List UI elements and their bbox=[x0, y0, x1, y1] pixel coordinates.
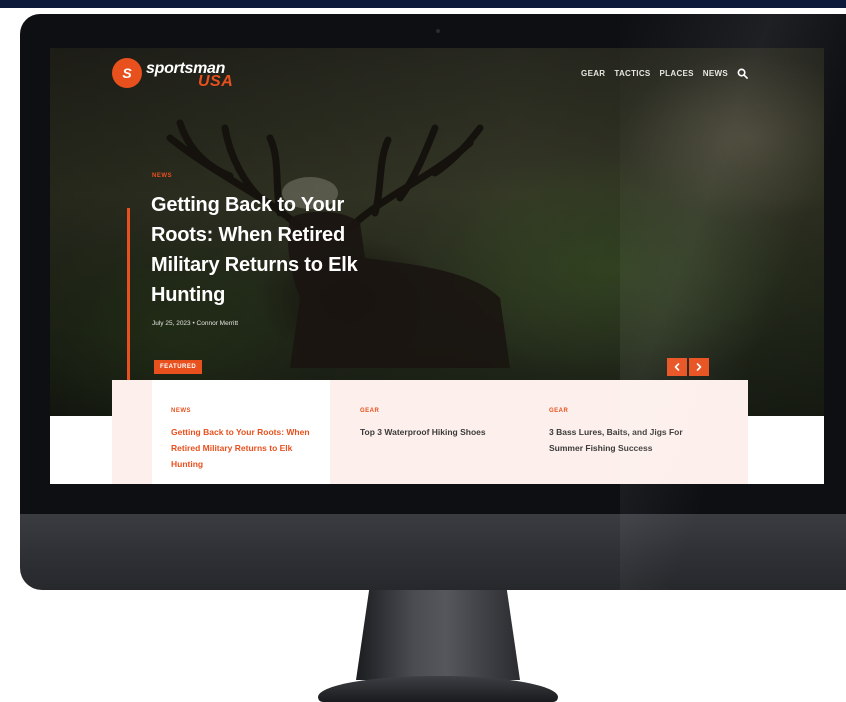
monitor-stand-foot bbox=[318, 676, 558, 702]
hero-category[interactable]: NEWS bbox=[152, 173, 172, 179]
featured-badge: FEATURED bbox=[154, 360, 203, 374]
featured-card[interactable]: NEWS Getting Back to Your Roots: When Re… bbox=[152, 380, 330, 484]
logo-mark: S bbox=[112, 58, 142, 88]
logo-subtext: USA bbox=[198, 73, 234, 90]
carousel-next-button[interactable] bbox=[689, 358, 709, 376]
card-title: Getting Back to Your Roots: When Retired… bbox=[171, 427, 310, 469]
card-category: GEAR bbox=[360, 408, 380, 414]
carousel-prev-button[interactable] bbox=[667, 358, 687, 376]
search-icon[interactable] bbox=[737, 68, 748, 79]
main-nav: GEAR TACTICS PLACES NEWS bbox=[581, 68, 748, 79]
card-title: 3 Bass Lures, Baits, and Jigs For Summer… bbox=[549, 427, 683, 453]
hero-title[interactable]: Getting Back to Your Roots: When Retired… bbox=[151, 190, 401, 310]
chevron-left-icon bbox=[674, 363, 680, 371]
featured-card[interactable]: GEAR 3 Bass Lures, Baits, and Jigs For S… bbox=[530, 380, 730, 484]
featured-card[interactable]: GEAR Top 3 Waterproof Hiking Shoes bbox=[340, 380, 520, 484]
card-category: NEWS bbox=[171, 408, 191, 414]
nav-news[interactable]: NEWS bbox=[703, 69, 728, 78]
carousel-controls bbox=[667, 358, 709, 376]
nav-places[interactable]: PLACES bbox=[660, 69, 694, 78]
monitor-stand-neck bbox=[356, 590, 520, 680]
camera-dot bbox=[436, 29, 440, 33]
nav-gear[interactable]: GEAR bbox=[581, 69, 605, 78]
site-logo[interactable]: S sportsman USA bbox=[112, 58, 262, 90]
card-category: GEAR bbox=[549, 408, 569, 414]
website-screen: S sportsman USA GEAR TACTICS PLACES NEWS… bbox=[50, 48, 824, 484]
top-band bbox=[0, 0, 846, 8]
featured-cards: NEWS Getting Back to Your Roots: When Re… bbox=[112, 380, 748, 484]
monitor-chin bbox=[20, 514, 846, 590]
nav-tactics[interactable]: TACTICS bbox=[614, 69, 650, 78]
chevron-right-icon bbox=[696, 363, 702, 371]
card-title: Top 3 Waterproof Hiking Shoes bbox=[360, 427, 486, 437]
hero-meta: July 25, 2023 • Connor Merritt bbox=[152, 320, 239, 327]
hero-accent-line bbox=[127, 208, 130, 407]
